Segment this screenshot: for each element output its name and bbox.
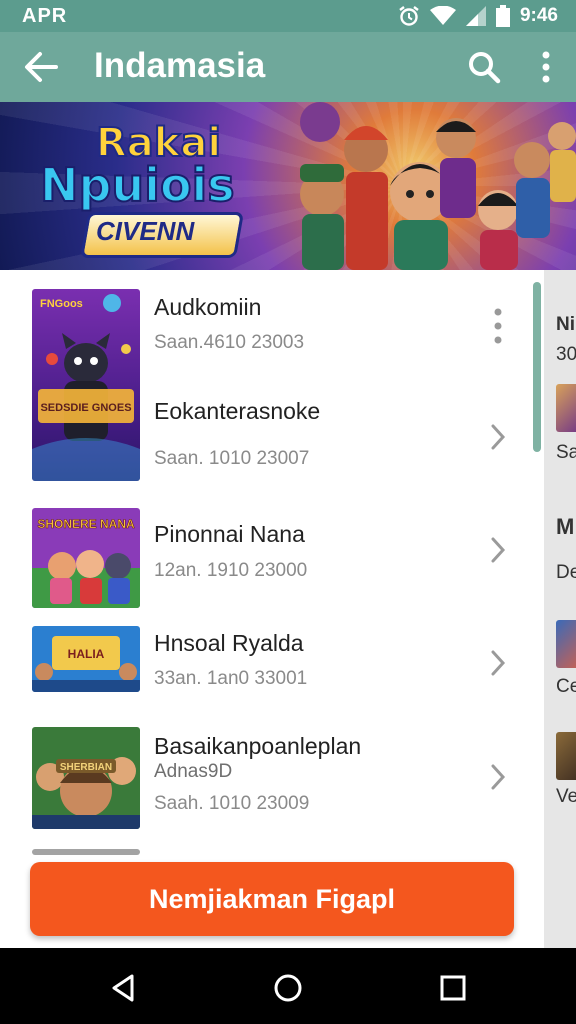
list-item-title: Audkomiin: [154, 294, 262, 320]
side-text: De: [556, 562, 576, 583]
thumbnail-label: SEDSDIE GNOES: [40, 402, 131, 414]
list-item-title: Pinonnai Nana: [154, 521, 305, 547]
list-item-subtitle: Saan. 1010 23007: [154, 448, 310, 469]
scrollbar[interactable]: [533, 282, 541, 452]
battery-icon: [495, 5, 510, 27]
side-thumb: [556, 620, 576, 668]
nav-home-icon[interactable]: [270, 970, 306, 1006]
list-item-subtitle: Saah. 1010 23009: [154, 793, 310, 814]
side-text: Ve: [556, 786, 576, 807]
list-item-subtitle-secondary: Adnas9D: [154, 761, 233, 782]
thumbnail-label: SHONERE NANA: [37, 517, 135, 531]
status-icons: 9:46: [398, 5, 558, 27]
system-navigation-bar: [0, 948, 576, 1024]
side-text: 30: [556, 344, 576, 365]
primary-action-button[interactable]: Nemjiakman Figapl: [30, 862, 514, 936]
game-thumbnail: HALIA: [32, 626, 140, 692]
chevron-right-icon[interactable]: [488, 422, 508, 452]
wifi-icon: [429, 6, 456, 25]
carrier-label: APR: [22, 5, 68, 27]
status-bar: APR 9:46: [0, 0, 576, 32]
side-text: Ni: [556, 314, 575, 335]
list-item-title: Hnsoal Ryalda: [154, 630, 304, 656]
back-arrow-icon[interactable]: [22, 48, 60, 86]
logo-line-3: CIVENN: [96, 216, 195, 246]
game-thumbnail: SHERBIAN: [32, 727, 140, 829]
app-title: Indamasia: [94, 46, 266, 85]
app-bar: Indamasia: [0, 32, 576, 102]
promo-banner[interactable]: Rakai Npuiois CIVENN: [0, 102, 576, 270]
banner-characters-illustration: [300, 102, 576, 270]
signal-icon: [465, 6, 486, 26]
list-item-subtitle: 12an. 1910 23000: [154, 560, 308, 581]
game-thumbnail: SHONERE NANA: [32, 508, 140, 608]
list-item-title: Basaikanpoanleplan: [154, 733, 362, 759]
nav-back-icon[interactable]: [106, 970, 142, 1006]
search-icon[interactable]: [466, 49, 502, 85]
list-item-subtitle: Saan.4610 23003: [154, 332, 305, 353]
chevron-right-icon[interactable]: [488, 762, 508, 792]
side-text: M: [556, 514, 575, 539]
side-thumb: [556, 384, 576, 432]
overflow-menu-icon[interactable]: [536, 50, 556, 84]
nav-recents-icon[interactable]: [435, 970, 471, 1006]
horizontal-scroll-indicator: [32, 849, 140, 855]
game-thumbnail: SEDSDIE GNOES FNGoos: [32, 289, 140, 481]
logo-line-2: Npuiois: [39, 157, 236, 213]
thumbnail-label: HALIA: [68, 647, 105, 661]
more-vert-icon[interactable]: [488, 306, 508, 346]
list-item-subtitle: 33an. 1an0 33001: [154, 668, 308, 689]
thumbnail-label: SHERBIAN: [60, 762, 112, 773]
side-thumb: [556, 732, 576, 780]
thumbnail-caption: FNGoos: [40, 298, 83, 310]
side-text: Sa: [556, 442, 576, 463]
side-text: Ce: [556, 676, 576, 697]
adjacent-panel: Ni 30 Sa M De Ce Ve: [544, 270, 576, 948]
chevron-right-icon[interactable]: [488, 535, 508, 565]
chevron-right-icon[interactable]: [488, 648, 508, 678]
banner-logo: Rakai Npuiois CIVENN: [39, 119, 280, 258]
clock: 9:46: [519, 5, 558, 26]
list-item-title: Eokanterasnoke: [154, 398, 321, 424]
alarm-icon: [399, 6, 419, 26]
